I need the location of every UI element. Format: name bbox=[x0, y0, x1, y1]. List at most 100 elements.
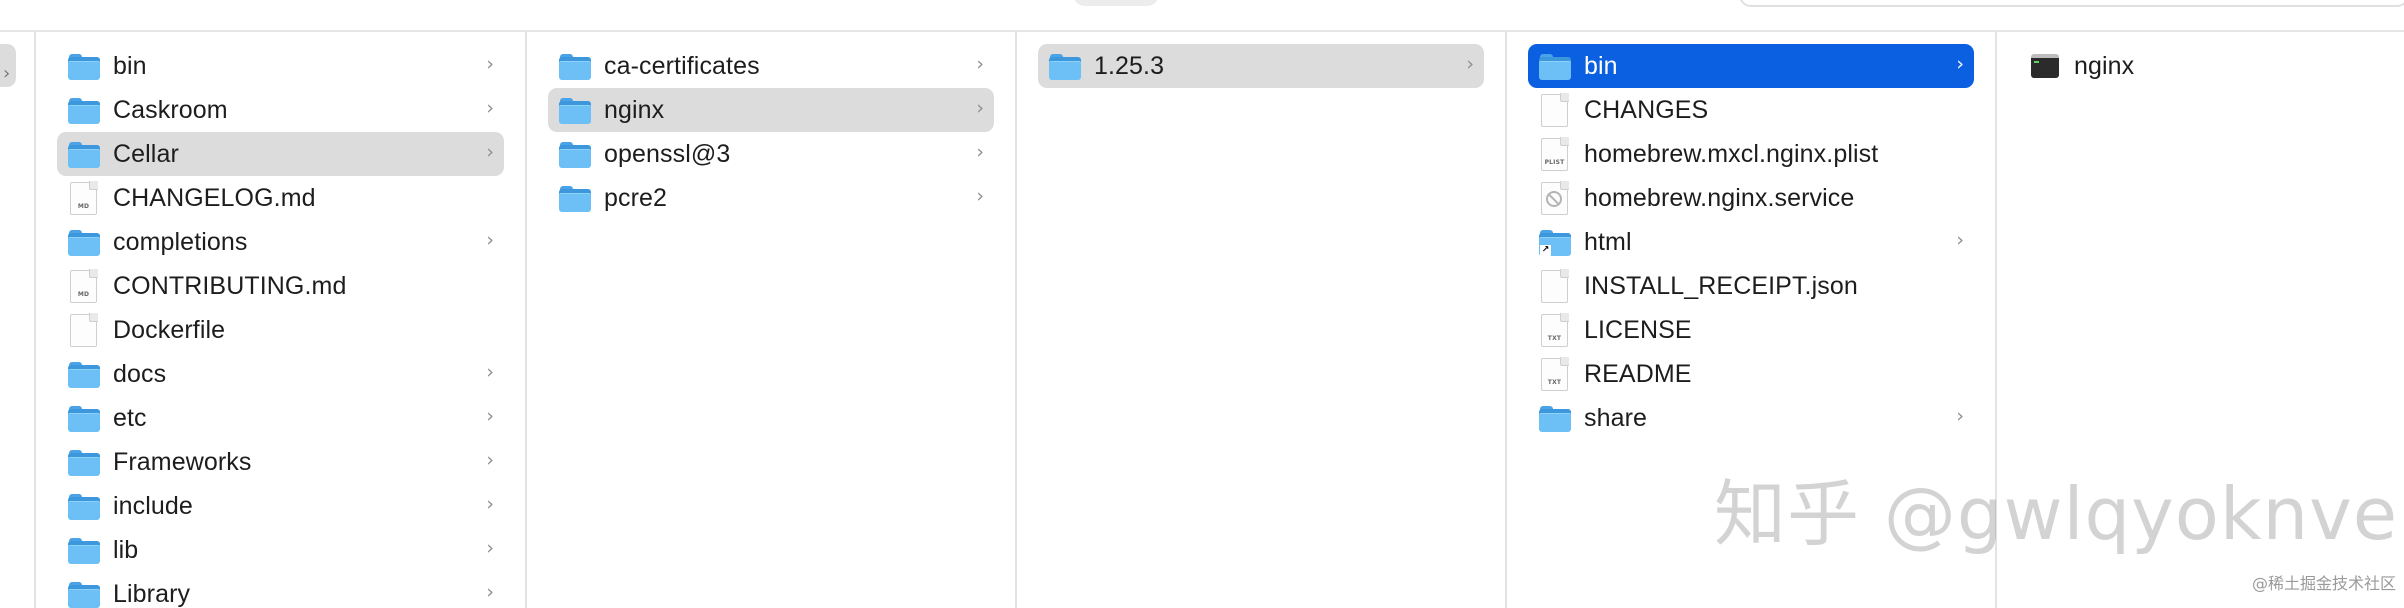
text-file-icon: TXT bbox=[1541, 357, 1569, 391]
file-icon bbox=[1541, 269, 1569, 303]
previous-column[interactable]: › bbox=[0, 32, 36, 608]
column-4-item-install-receipt-json[interactable]: INSTALL_RECEIPT.json bbox=[1528, 264, 1974, 308]
item-label: Library bbox=[113, 579, 191, 608]
blocked-file-icon bbox=[1541, 181, 1569, 215]
item-label: ca-certificates bbox=[604, 51, 760, 80]
item-label: bin bbox=[1584, 51, 1618, 80]
column-1-item-include[interactable]: include › bbox=[57, 484, 504, 528]
item-label: CHANGES bbox=[1584, 95, 1709, 124]
column-4-item-html[interactable]: ↗ html › bbox=[1528, 220, 1974, 264]
chevron-right-icon: › bbox=[976, 97, 984, 119]
column-1-item-dockerfile[interactable]: Dockerfile bbox=[57, 308, 504, 352]
toolbar-control[interactable] bbox=[1073, 0, 1159, 6]
folder-icon bbox=[1049, 53, 1081, 80]
previous-column-selection[interactable]: › bbox=[0, 44, 16, 87]
chevron-right-icon: › bbox=[486, 97, 494, 119]
item-label: bin bbox=[113, 51, 147, 80]
item-label: LICENSE bbox=[1584, 315, 1692, 344]
column-2-item-pcre2[interactable]: pcre2 › bbox=[548, 176, 994, 220]
chevron-right-icon: › bbox=[3, 63, 11, 84]
column-4-item-license[interactable]: TXT LICENSE bbox=[1528, 308, 1974, 352]
chevron-right-icon: › bbox=[486, 537, 494, 559]
column-1-item-changelog-md[interactable]: MD CHANGELOG.md bbox=[57, 176, 504, 220]
folder-icon bbox=[559, 141, 591, 168]
column-4-item-bin[interactable]: bin › bbox=[1528, 44, 1974, 88]
item-label: share bbox=[1584, 403, 1648, 432]
item-label: include bbox=[113, 491, 193, 520]
item-label: Cellar bbox=[113, 139, 179, 168]
folder-icon bbox=[68, 493, 100, 520]
chevron-right-icon: › bbox=[486, 405, 494, 427]
column-1-item-cellar[interactable]: Cellar › bbox=[57, 132, 504, 176]
terminal-executable-icon bbox=[2031, 54, 2059, 78]
item-label: Caskroom bbox=[113, 95, 228, 124]
column-1-item-completions[interactable]: completions › bbox=[57, 220, 504, 264]
column-2-item-openssl-3[interactable]: openssl@3 › bbox=[548, 132, 994, 176]
column-1-item-library[interactable]: Library › bbox=[57, 572, 504, 608]
folder-alias-icon: ↗ bbox=[1539, 229, 1571, 256]
item-label: homebrew.mxcl.nginx.plist bbox=[1584, 139, 1879, 168]
column-1-item-etc[interactable]: etc › bbox=[57, 396, 504, 440]
column-3-item-1-25-3[interactable]: 1.25.3 › bbox=[1038, 44, 1484, 88]
folder-icon bbox=[68, 141, 100, 168]
chevron-right-icon: › bbox=[486, 141, 494, 163]
folder-icon bbox=[559, 97, 591, 124]
column-1-item-caskroom[interactable]: Caskroom › bbox=[57, 88, 504, 132]
folder-icon bbox=[68, 97, 100, 124]
folder-icon bbox=[1539, 405, 1571, 432]
chevron-right-icon: › bbox=[1956, 229, 1964, 251]
column-2-item-nginx[interactable]: nginx › bbox=[548, 88, 994, 132]
file-icon bbox=[70, 313, 98, 347]
plist-file-icon: PLIST bbox=[1541, 137, 1569, 171]
folder-icon bbox=[68, 537, 100, 564]
item-label: INSTALL_RECEIPT.json bbox=[1584, 271, 1858, 300]
column-1-item-bin[interactable]: bin › bbox=[57, 44, 504, 88]
chevron-right-icon: › bbox=[976, 53, 984, 75]
column-5-item-nginx[interactable]: nginx bbox=[2018, 44, 2383, 88]
chevron-right-icon: › bbox=[486, 229, 494, 251]
folder-icon bbox=[68, 229, 100, 256]
folder-icon bbox=[559, 53, 591, 80]
folder-icon bbox=[1539, 53, 1571, 80]
credit-text: @稀土掘金技术社区 bbox=[2251, 574, 2396, 593]
file-icon bbox=[1541, 93, 1569, 127]
item-label: Frameworks bbox=[113, 447, 252, 476]
item-label: Dockerfile bbox=[113, 315, 226, 344]
column-2-item-ca-certificates[interactable]: ca-certificates › bbox=[548, 44, 994, 88]
chevron-right-icon: › bbox=[486, 581, 494, 603]
column-4-item-homebrew-nginx-service[interactable]: homebrew.nginx.service bbox=[1528, 176, 1974, 220]
chevron-right-icon: › bbox=[1956, 53, 1964, 75]
watermark: 知乎 @gwlqyoknve bbox=[1714, 472, 2399, 556]
column-1-item-contributing-md[interactable]: MD CONTRIBUTING.md bbox=[57, 264, 504, 308]
column-3: 1.25.3 › bbox=[1017, 32, 1507, 608]
search-field[interactable] bbox=[1739, 0, 2404, 7]
text-file-icon: TXT bbox=[1541, 313, 1569, 347]
chevron-right-icon: › bbox=[976, 185, 984, 207]
item-label: nginx bbox=[604, 95, 665, 124]
item-label: 1.25.3 bbox=[1094, 51, 1165, 80]
column-1-item-lib[interactable]: lib › bbox=[57, 528, 504, 572]
column-4-item-changes[interactable]: CHANGES bbox=[1528, 88, 1974, 132]
chevron-right-icon: › bbox=[486, 493, 494, 515]
folder-icon bbox=[68, 361, 100, 388]
chevron-right-icon: › bbox=[486, 449, 494, 471]
markdown-file-icon: MD bbox=[70, 181, 98, 215]
folder-icon bbox=[559, 185, 591, 212]
item-label: pcre2 bbox=[604, 183, 668, 212]
column-4-item-readme[interactable]: TXT README bbox=[1528, 352, 1974, 396]
item-label: nginx bbox=[2074, 51, 2135, 80]
column-4-item-homebrew-mxcl-nginx-plist[interactable]: PLIST homebrew.mxcl.nginx.plist bbox=[1528, 132, 1974, 176]
item-label: homebrew.nginx.service bbox=[1584, 183, 1855, 212]
column-4-item-share[interactable]: share › bbox=[1528, 396, 1974, 440]
column-1-item-docs[interactable]: docs › bbox=[57, 352, 504, 396]
chevron-right-icon: › bbox=[486, 361, 494, 383]
chevron-right-icon: › bbox=[486, 53, 494, 75]
item-label: README bbox=[1584, 359, 1692, 388]
item-label: completions bbox=[113, 227, 248, 256]
item-label: docs bbox=[113, 359, 167, 388]
column-2: ca-certificates › nginx › openssl@3 › pcre2 › bbox=[527, 32, 1017, 608]
item-label: CONTRIBUTING.md bbox=[113, 271, 347, 300]
toolbar-edge bbox=[0, 0, 2404, 32]
column-1-item-frameworks[interactable]: Frameworks › bbox=[57, 440, 504, 484]
chevron-right-icon: › bbox=[1466, 53, 1474, 75]
